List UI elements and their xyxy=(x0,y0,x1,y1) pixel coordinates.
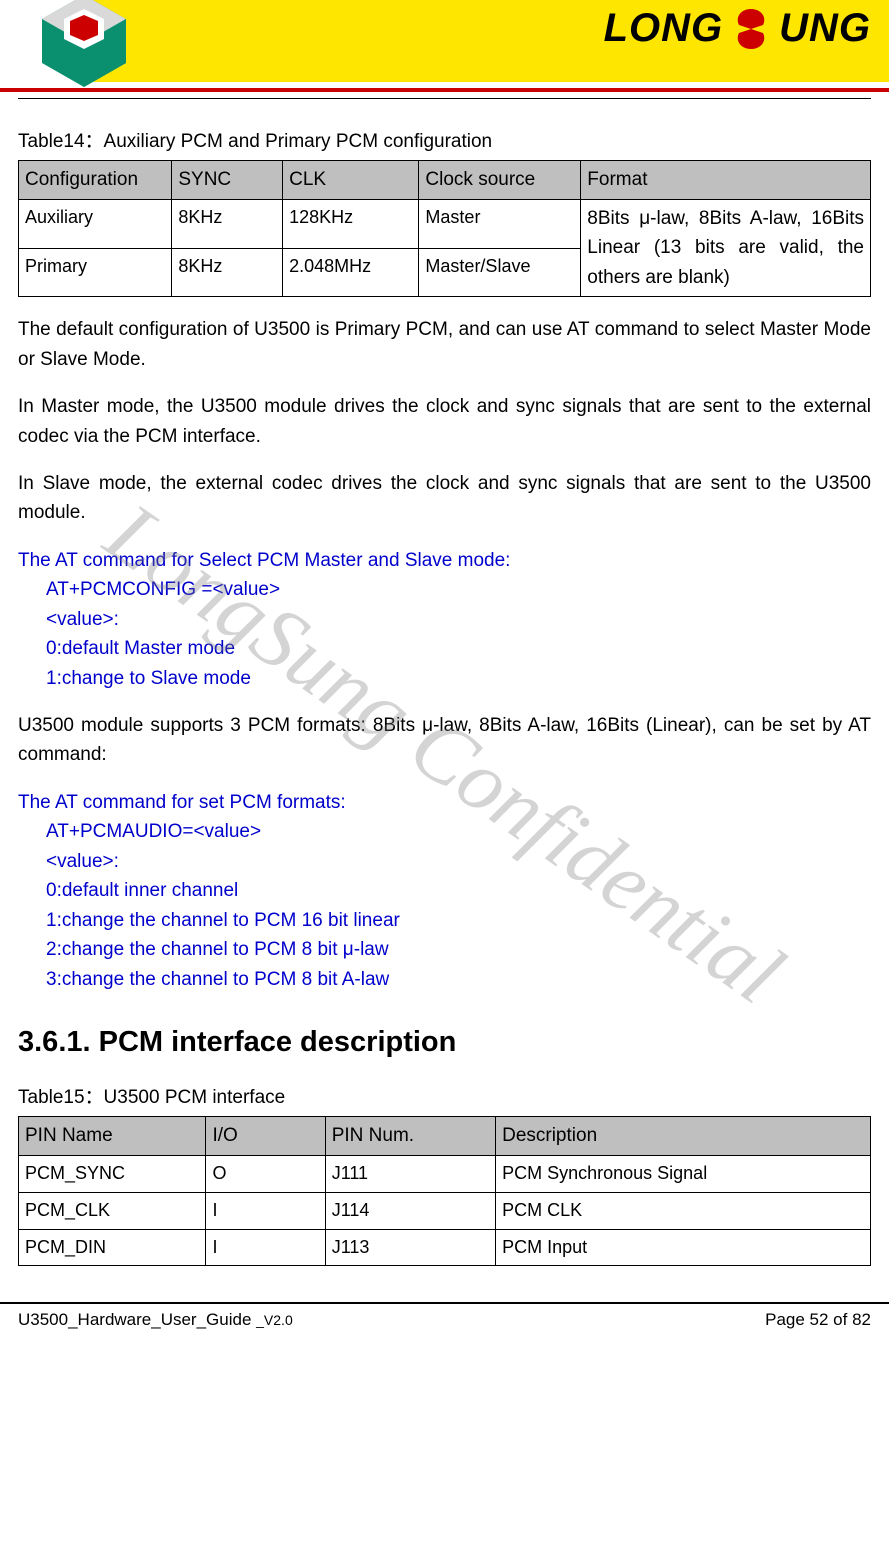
t2-r1c1: I xyxy=(206,1192,325,1229)
blue-line: 0:default inner channel xyxy=(18,876,871,905)
t1-h0: Configuration xyxy=(19,161,172,199)
company-logo-left xyxy=(24,0,144,88)
t2-h0: PIN Name xyxy=(19,1117,206,1155)
blue-line: <value>: xyxy=(18,847,871,876)
t1-r1c1: 8KHz xyxy=(172,248,283,297)
blue-line: 3:change the channel to PCM 8 bit A-law xyxy=(18,965,871,994)
brand-s-icon xyxy=(729,7,773,51)
table-row: PCM_CLK I J114 PCM CLK xyxy=(19,1192,871,1229)
header-band: LONG UNG xyxy=(0,0,889,82)
t2-h1: I/O xyxy=(206,1117,325,1155)
pcm-interface-table: PIN Name I/O PIN Num. Description PCM_SY… xyxy=(18,1116,871,1266)
t1-format-merged: 8Bits μ-law, 8Bits A-law, 16Bits Linear … xyxy=(581,199,871,296)
t2-r1c2: J114 xyxy=(325,1192,495,1229)
section-heading: 3.6.1. PCM interface description xyxy=(18,1020,871,1065)
t1-h2: CLK xyxy=(283,161,419,199)
t2-r1c0: PCM_CLK xyxy=(19,1192,206,1229)
t1-r0c3: Master xyxy=(419,199,581,248)
t1-r1c0: Primary xyxy=(19,248,172,297)
t1-r1c3: Master/Slave xyxy=(419,248,581,297)
brand-text-right: UNG xyxy=(779,6,871,51)
t2-r1c3: PCM CLK xyxy=(496,1192,871,1229)
table1-caption: Table14：Auxiliary PCM and Primary PCM co… xyxy=(18,127,871,156)
cube-logo-icon xyxy=(34,0,134,91)
at-command-block-1: The AT command for Select PCM Master and… xyxy=(18,546,871,693)
t1-r1c2: 2.048MHz xyxy=(283,248,419,297)
t2-r2c3: PCM Input xyxy=(496,1229,871,1266)
t1-r0c2: 128KHz xyxy=(283,199,419,248)
paragraph: The default configuration of U3500 is Pr… xyxy=(18,315,871,374)
t1-h3: Clock source xyxy=(419,161,581,199)
blue-line: 0:default Master mode xyxy=(18,634,871,663)
footer-version: _V2.0 xyxy=(256,1312,293,1328)
table-row: PCM_DIN I J113 PCM Input xyxy=(19,1229,871,1266)
page-footer: U3500_Hardware_User_Guide _V2.0 Page 52 … xyxy=(0,1302,889,1344)
blue-title: The AT command for Select PCM Master and… xyxy=(18,546,871,575)
t2-h3: Description xyxy=(496,1117,871,1155)
company-logo-right: LONG UNG xyxy=(604,6,871,51)
t2-h2: PIN Num. xyxy=(325,1117,495,1155)
t2-r0c3: PCM Synchronous Signal xyxy=(496,1155,871,1192)
blue-line: AT+PCMCONFIG =<value> xyxy=(18,575,871,604)
table2-caption: Table15：U3500 PCM interface xyxy=(18,1083,871,1112)
blue-title: The AT command for set PCM formats: xyxy=(18,788,871,817)
brand-text-left: LONG xyxy=(604,6,724,51)
t2-r0c1: O xyxy=(206,1155,325,1192)
t1-h4: Format xyxy=(581,161,871,199)
footer-doc: U3500_Hardware_User_Guide _V2.0 xyxy=(18,1310,293,1330)
footer-doc-name: U3500_Hardware_User_Guide xyxy=(18,1310,256,1329)
t2-r2c0: PCM_DIN xyxy=(19,1229,206,1266)
table-row: Auxiliary 8KHz 128KHz Master 8Bits μ-law… xyxy=(19,199,871,248)
t1-r0c0: Auxiliary xyxy=(19,199,172,248)
t2-r0c0: PCM_SYNC xyxy=(19,1155,206,1192)
blue-line: 1:change to Slave mode xyxy=(18,664,871,693)
t1-r0c1: 8KHz xyxy=(172,199,283,248)
blue-line: 2:change the channel to PCM 8 bit μ-law xyxy=(18,935,871,964)
t2-r2c1: I xyxy=(206,1229,325,1266)
paragraph: U3500 module supports 3 PCM formats: 8Bi… xyxy=(18,711,871,770)
t1-h1: SYNC xyxy=(172,161,283,199)
pcm-config-table: Configuration SYNC CLK Clock source Form… xyxy=(18,160,871,297)
t2-r0c2: J111 xyxy=(325,1155,495,1192)
at-command-block-2: The AT command for set PCM formats: AT+P… xyxy=(18,788,871,994)
table-row: PCM_SYNC O J111 PCM Synchronous Signal xyxy=(19,1155,871,1192)
t2-r2c2: J113 xyxy=(325,1229,495,1266)
blue-line: <value>: xyxy=(18,605,871,634)
paragraph: In Master mode, the U3500 module drives … xyxy=(18,392,871,451)
blue-line: AT+PCMAUDIO=<value> xyxy=(18,817,871,846)
blue-line: 1:change the channel to PCM 16 bit linea… xyxy=(18,906,871,935)
paragraph: In Slave mode, the external codec drives… xyxy=(18,469,871,528)
footer-page: Page 52 of 82 xyxy=(765,1310,871,1330)
